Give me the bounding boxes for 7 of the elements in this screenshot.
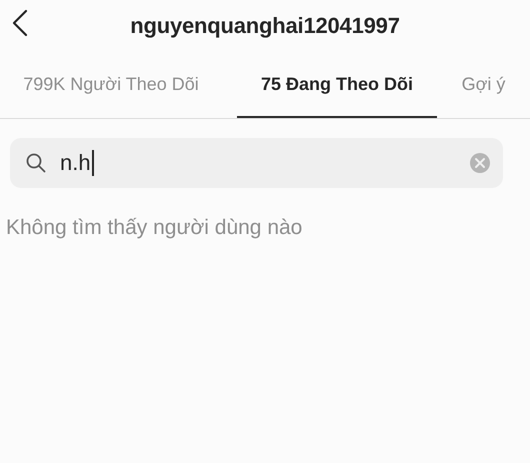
tab[interactable]: 75 Đang Theo Dõi (237, 52, 437, 118)
back-icon[interactable] (12, 9, 28, 37)
search-icon (26, 153, 46, 173)
search-field[interactable]: n.h (10, 138, 503, 188)
text-cursor (92, 150, 94, 176)
empty-result-message: Không tìm thấy người dùng nào (6, 216, 304, 240)
profile-username: nguyenquanghai12041997 (130, 13, 400, 39)
